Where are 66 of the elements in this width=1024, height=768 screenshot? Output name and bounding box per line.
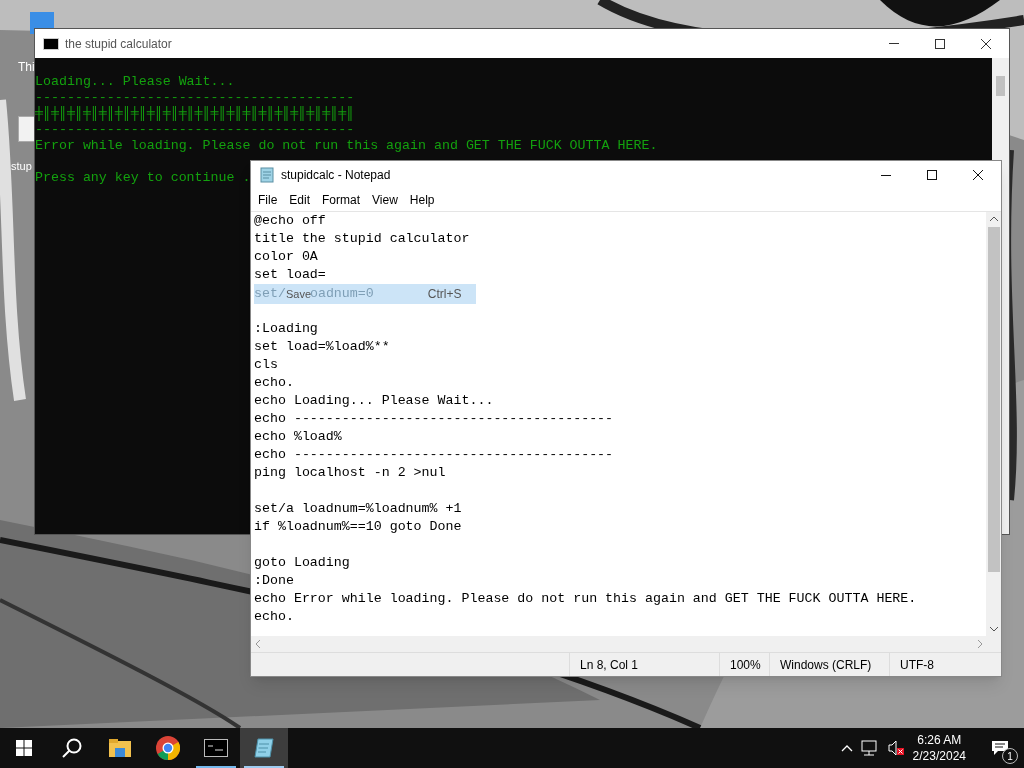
notification-count: 1 — [1002, 748, 1018, 764]
scroll-thumb[interactable] — [987, 227, 1000, 572]
menu-item[interactable]: Edit — [283, 190, 317, 210]
code-line: echo %load% — [254, 429, 342, 444]
scroll-thumb[interactable] — [996, 76, 1005, 96]
window-title: the stupid calculator — [65, 35, 172, 53]
menu-item[interactable]: View — [366, 190, 404, 210]
close-icon — [973, 170, 983, 180]
code-line: echo. — [254, 609, 294, 624]
shortcut-label: Ctrl+S — [427, 286, 462, 303]
code-line: color 0A — [254, 249, 318, 264]
minimize-icon — [881, 174, 891, 176]
taskbar-app[interactable] — [240, 728, 288, 768]
menu-item-label: Save — [285, 287, 310, 302]
status-text: Windows (CRLF) — [780, 656, 872, 674]
code-line: set load=%load%** — [254, 339, 390, 354]
status-text: UTF-8 — [900, 656, 934, 674]
terminal-icon — [204, 739, 228, 757]
console-line: ---------------------------------------- — [35, 90, 355, 105]
console-line: ╪║╪║╪║╪║╪║╪║╪║╪║╪║╪║╪║╪║╪║╪║╪║╪║╪║╪║╪║╪║ — [35, 106, 355, 121]
status-text: Ln 8, Col 1 — [580, 656, 639, 674]
scroll-up-icon[interactable] — [989, 216, 998, 221]
code-line: if %loadnum%==10 goto Done — [254, 519, 462, 534]
code-line: echo. — [254, 375, 294, 390]
muted-speaker-icon[interactable] — [886, 740, 905, 756]
console-line: ---------------------------------------- — [35, 122, 355, 137]
windows-icon — [16, 740, 32, 756]
code-line: @echo off — [254, 213, 326, 228]
code-fragment: set/ — [254, 285, 286, 303]
notepad-icon — [259, 167, 275, 183]
code-line: title the stupid calculator — [254, 231, 470, 246]
window-title: stupidcalc - Notepad — [281, 167, 391, 184]
code-line: goto Loading — [254, 555, 350, 570]
search-icon — [62, 738, 82, 758]
console-line: Loading... Please Wait... — [35, 74, 235, 89]
console-line: Press any key to continue . — [35, 170, 251, 185]
folder-icon — [109, 739, 131, 757]
code-line: ping localhost -n 2 >nul — [254, 465, 446, 480]
notification-button[interactable]: 1 — [980, 728, 1020, 768]
code-line: echo ---------------------------------------- — [254, 411, 614, 426]
browser-icon — [156, 736, 180, 760]
scroll-down-icon[interactable] — [989, 627, 998, 632]
menu-item[interactable]: File — [252, 190, 284, 210]
code-line: :Done — [254, 573, 294, 588]
code-line: echo Error while loading. Please do not run this again and GET THE FUCK OUTTA HERE. — [254, 591, 917, 606]
close-icon — [981, 38, 991, 49]
minimize-icon — [889, 43, 899, 44]
menu-item[interactable]: Help — [403, 190, 441, 210]
scrollbar[interactable] — [986, 212, 1001, 636]
status-text: 100% — [730, 656, 761, 674]
code-line: echo Loading... Please Wait... — [254, 393, 494, 408]
code-line: echo ---------------------------------------- — [254, 447, 614, 462]
code-line: cls — [254, 357, 278, 372]
maximize-icon — [927, 170, 937, 180]
code-line: set load= — [254, 267, 326, 282]
notepad-icon — [253, 737, 275, 759]
code-line: set/a loadnum=%loadnum% +1 — [254, 501, 462, 516]
code-line: :Loading — [254, 321, 318, 336]
network-icon[interactable] — [860, 740, 879, 756]
clock[interactable]: 6:26 AM 2/23/2024 — [912, 732, 966, 764]
message-icon — [991, 740, 1009, 756]
console-line: Error while loading. Please do not run this again and GET THE FUCK OUTTA HERE. — [35, 138, 658, 153]
chevron-up-icon[interactable] — [840, 744, 853, 752]
console-icon — [43, 37, 59, 50]
maximize-icon — [935, 38, 945, 49]
menu-item[interactable]: Format — [316, 190, 367, 210]
